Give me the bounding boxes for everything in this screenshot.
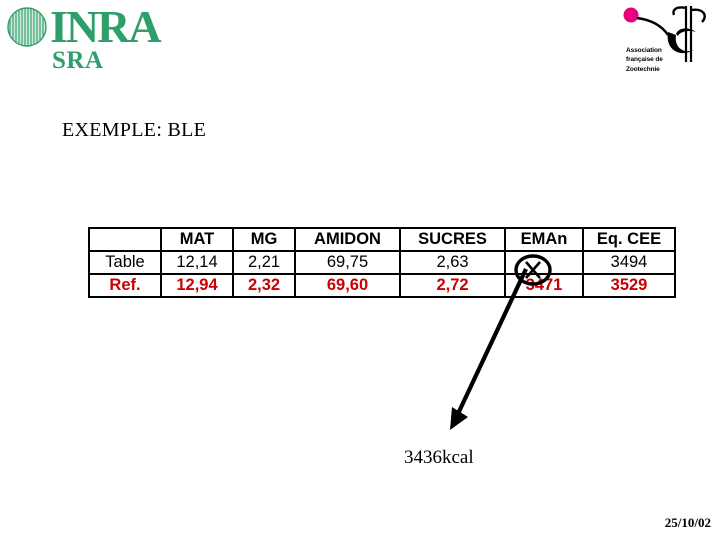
page-title: EXEMPLE: BLE	[62, 119, 207, 141]
slide-canvas: INRA SRA Association française de Zootec…	[0, 0, 720, 540]
inra-logo: INRA SRA	[4, 1, 184, 84]
hatched-circle-icon	[6, 6, 48, 48]
cell-table-mat: 12,14	[160, 250, 234, 275]
afz-caption: Association française de Zootechnie	[626, 46, 692, 74]
cell-ref-sucres: 2,72	[399, 273, 506, 298]
column-header-eman: EMAn	[504, 227, 584, 252]
callout-text: 3436kcal	[404, 447, 474, 468]
cell-ref-mat: 12,94	[160, 273, 234, 298]
cell-table-mg: 2,21	[232, 250, 296, 275]
table-corner-cell	[88, 227, 162, 252]
afz-caption-line-3: Zootechnie	[626, 65, 660, 73]
afz-caption-line-2: française de	[626, 56, 663, 64]
column-header-eq-cee: Eq. CEE	[582, 227, 676, 252]
afz-logo: Association française de Zootechnie	[618, 2, 714, 86]
table-row: Table 12,14 2,21 69,75 2,63 3494	[88, 250, 676, 275]
table-header-row: MAT MG AMIDON SUCRES EMAn Eq. CEE	[88, 227, 676, 252]
afz-caption-line-1: Association	[626, 47, 662, 54]
column-header-amidon: AMIDON	[294, 227, 401, 252]
data-table: MAT MG AMIDON SUCRES EMAn Eq. CEE Table …	[88, 227, 676, 298]
cell-table-amidon: 69,75	[294, 250, 401, 275]
column-header-mg: MG	[232, 227, 296, 252]
column-header-mat: MAT	[160, 227, 234, 252]
cell-table-sucres: 2,63	[399, 250, 506, 275]
date-footer: 25/10/02	[664, 515, 711, 530]
cell-table-eman	[504, 250, 584, 275]
row-label-ref: Ref.	[88, 273, 162, 298]
nutrient-table: MAT MG AMIDON SUCRES EMAn Eq. CEE Table …	[88, 227, 676, 298]
inra-wordmark: INRA	[50, 1, 180, 52]
svg-text:INRA: INRA	[50, 4, 161, 50]
row-label-table: Table	[88, 250, 162, 275]
column-header-sucres: SUCRES	[399, 227, 506, 252]
cell-table-eq-cee: 3494	[582, 250, 676, 275]
cell-ref-amidon: 69,60	[294, 273, 401, 298]
cell-ref-eq-cee: 3529	[582, 273, 676, 298]
inra-subtitle: SRA	[52, 47, 104, 74]
cell-ref-eman: 3471	[504, 273, 584, 298]
cell-ref-mg: 2,32	[232, 273, 296, 298]
table-row: Ref. 12,94 2,32 69,60 2,72 3471 3529	[88, 273, 676, 298]
